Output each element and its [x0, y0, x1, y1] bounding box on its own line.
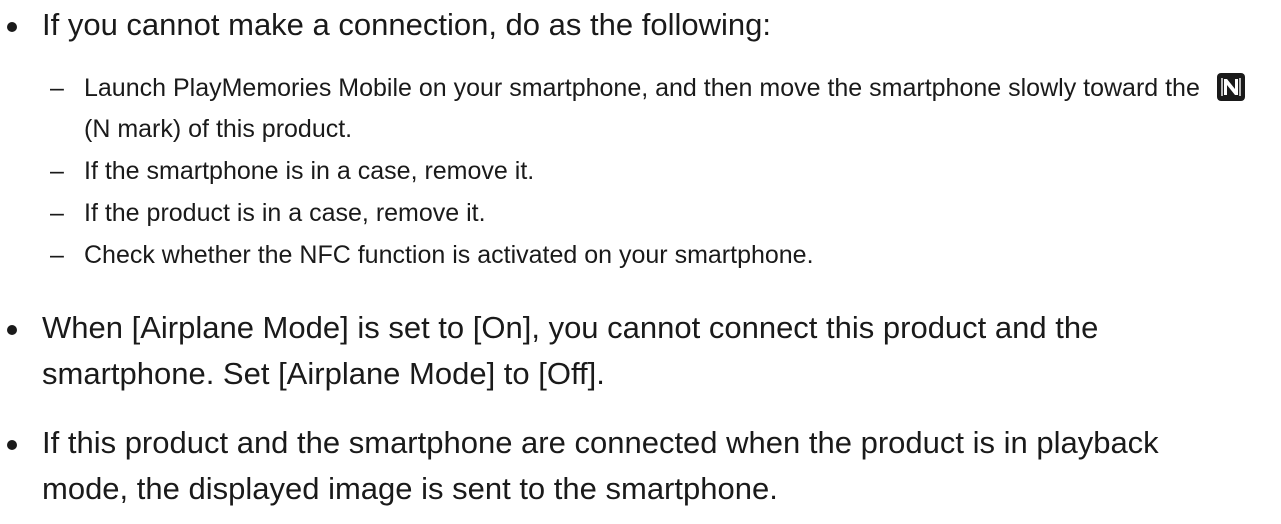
sub-item-text: If the smartphone is in a case, remove i…	[84, 157, 535, 185]
sub-list-item: – Check whether the NFC function is acti…	[0, 235, 1281, 276]
sub-item-text: Launch PlayMemories Mobile on your smart…	[84, 74, 1200, 102]
sub-list-item: – If the smartphone is in a case, remove…	[0, 151, 1281, 192]
dash-marker: –	[50, 241, 64, 269]
bullet-dot-icon	[7, 325, 17, 335]
bullet-dot-icon	[7, 440, 17, 450]
dash-marker: –	[50, 157, 64, 185]
bullet-text: When [Airplane Mode] is set to [On], you…	[42, 310, 1099, 391]
bullet-text: If you cannot make a connection, do as t…	[42, 7, 771, 42]
bullet-item: If you cannot make a connection, do as t…	[0, 2, 1281, 48]
dash-marker: –	[50, 199, 64, 227]
n-mark-icon	[1216, 73, 1245, 102]
sub-list-item: – If the product is in a case, remove it…	[0, 193, 1281, 234]
bullet-text: If this product and the smartphone are c…	[42, 425, 1159, 506]
bullet-dot-icon	[7, 22, 17, 32]
sub-item-with-icon: Launch PlayMemories Mobile on your smart…	[84, 68, 1264, 150]
bullet-item: If this product and the smartphone are c…	[0, 420, 1242, 512]
sub-item-text: (N mark) of this product.	[84, 115, 353, 143]
sub-item-text: Check whether the NFC function is activa…	[84, 241, 814, 269]
dash-marker: –	[50, 74, 64, 102]
bullet-item: When [Airplane Mode] is set to [On], you…	[0, 305, 1272, 397]
sub-item-text: If the product is in a case, remove it.	[84, 199, 486, 227]
